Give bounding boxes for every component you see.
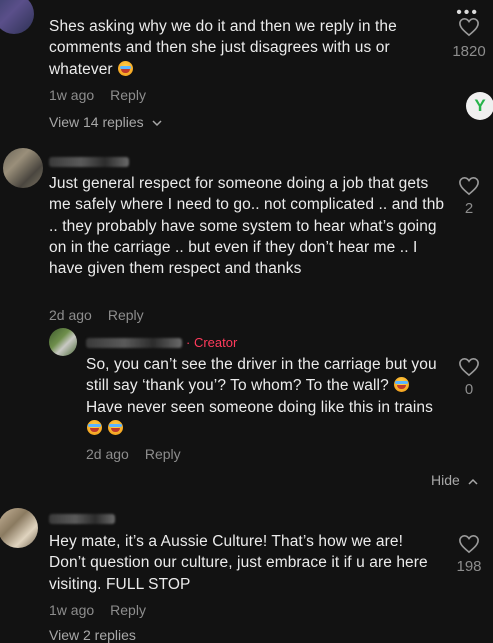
chevron-up-icon [468,478,478,485]
heart-icon[interactable] [458,357,480,377]
hide-label: Hide [431,472,460,488]
comment-text: Just general respect for someone doing a… [49,175,445,278]
view-replies-button[interactable]: View 14 replies [49,114,162,130]
like-count: 2 [464,200,474,217]
heart-icon[interactable] [458,17,480,37]
comment-body: So, you can’t see the driver in the carr… [86,356,437,395]
app-badge-icon[interactable]: Y [466,92,493,120]
comment-meta: 2d ago Reply [49,307,144,323]
laughing-face-emoji-icon [108,419,124,435]
laughing-face-emoji-icon [394,377,410,393]
avatar[interactable] [0,0,34,34]
view-replies-label: View 14 replies [49,114,144,130]
username-blurred [49,157,129,167]
hide-replies-button[interactable]: Hide [431,472,478,488]
crying-face-emoji-icon [118,60,134,76]
view-replies-label: View 2 replies [49,627,136,643]
comment-body: Shes asking why we do it and then we rep… [49,18,397,78]
creator-tag: · Creator [186,335,238,350]
comment-text: Hey mate, it’s a Aussie Culture! That’s … [49,533,428,593]
timestamp: 1w ago [49,87,95,103]
avatar[interactable] [3,148,43,188]
username-blurred [86,338,182,348]
comment-meta: 1w ago Reply [49,602,146,618]
heart-icon[interactable] [458,534,480,554]
comment-body-cont: Have never seen someone doing like this … [86,398,433,416]
comment-meta: 2d ago Reply [86,446,181,462]
timestamp: 2d ago [49,307,92,323]
chevron-down-icon [152,120,162,127]
timestamp: 2d ago [86,446,129,462]
badge-letter: Y [474,96,486,115]
reply-button[interactable]: Reply [110,602,146,618]
avatar[interactable] [49,328,77,356]
reply-button[interactable]: Reply [145,446,181,462]
view-replies-button[interactable]: View 2 replies [49,627,136,643]
reply-button[interactable]: Reply [108,307,144,323]
timestamp: 1w ago [49,602,95,618]
comment-text: So, you can’t see the driver in the carr… [86,354,446,439]
laughing-face-emoji-icon [87,419,102,435]
comment-text: Shes asking why we do it and then we rep… [49,16,429,80]
avatar[interactable] [0,508,38,548]
comment-meta: 1w ago Reply [49,87,146,103]
like-count: 0 [464,381,474,398]
reply-button[interactable]: Reply [110,87,146,103]
username-blurred [49,514,115,524]
heart-icon[interactable] [458,176,480,196]
like-count: 1820 [452,43,486,60]
like-count: 198 [456,558,482,575]
